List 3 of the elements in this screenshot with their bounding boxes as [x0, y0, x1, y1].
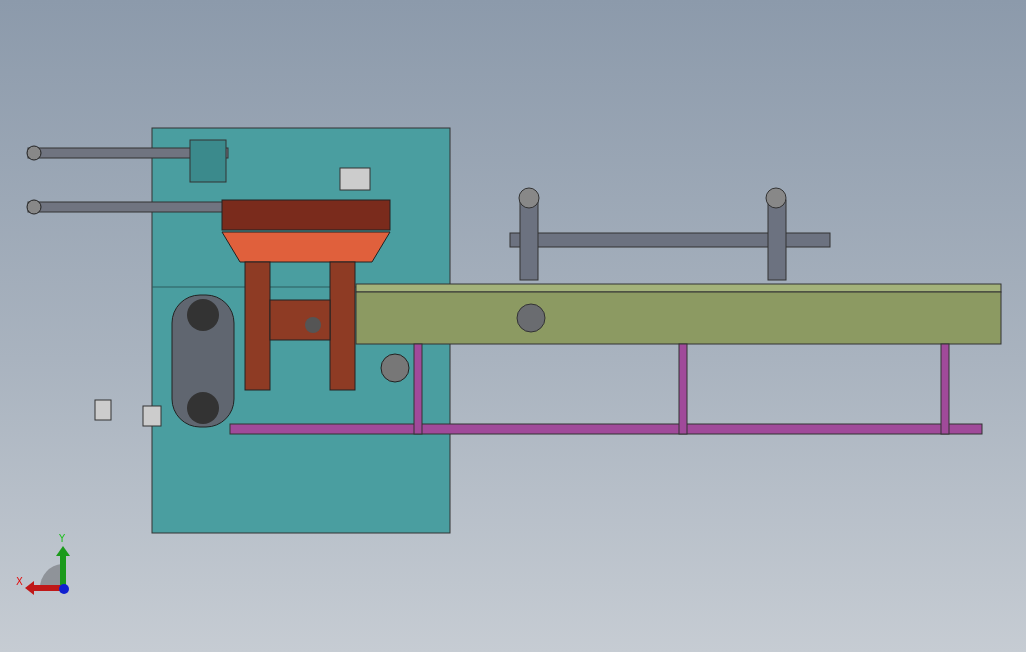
axis-triad-icon — [25, 546, 70, 595]
y-axis-label: Y — [59, 534, 66, 544]
x-axis-label: X — [16, 577, 23, 587]
